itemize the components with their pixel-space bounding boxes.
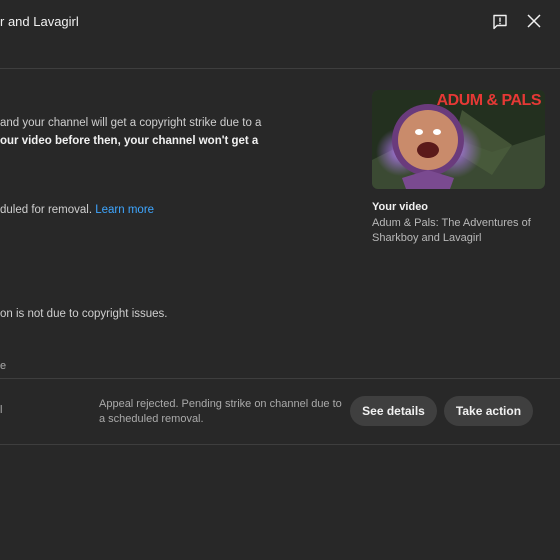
table-column-header: e [0,360,7,372]
close-icon[interactable] [523,10,545,32]
learn-more-link[interactable]: Learn more [95,204,154,216]
video-thumbnail[interactable]: ADUM & PALS [372,90,545,189]
header-divider [0,68,560,69]
thumbnail-title-text: ADUM & PALS [436,92,542,109]
feedback-icon[interactable] [489,11,511,33]
not-copyright-text: on is not due to copyright issues. [0,308,168,320]
scheduled-removal-text: duled for removal. Learn more [0,201,154,219]
your-video-heading: Your video [372,201,429,213]
see-details-button[interactable]: See details [350,396,437,426]
table-header-divider [0,378,560,379]
strike-warning-line-2: our video before then, your channel won'… [0,135,259,147]
video-title[interactable]: Adum & Pals: The Adventures of Sharkboy … [372,216,542,245]
dialog-title: r and Lavagirl [0,14,79,29]
table-row-status: Appeal rejected. Pending strike on chann… [99,398,342,425]
take-action-button[interactable]: Take action [444,396,533,426]
scheduled-removal-label: duled for removal. [0,204,93,216]
strike-warning-line-1: and your channel will get a copyright st… [0,117,262,129]
table-row-divider [0,444,560,445]
table-row-name: l [0,404,3,416]
